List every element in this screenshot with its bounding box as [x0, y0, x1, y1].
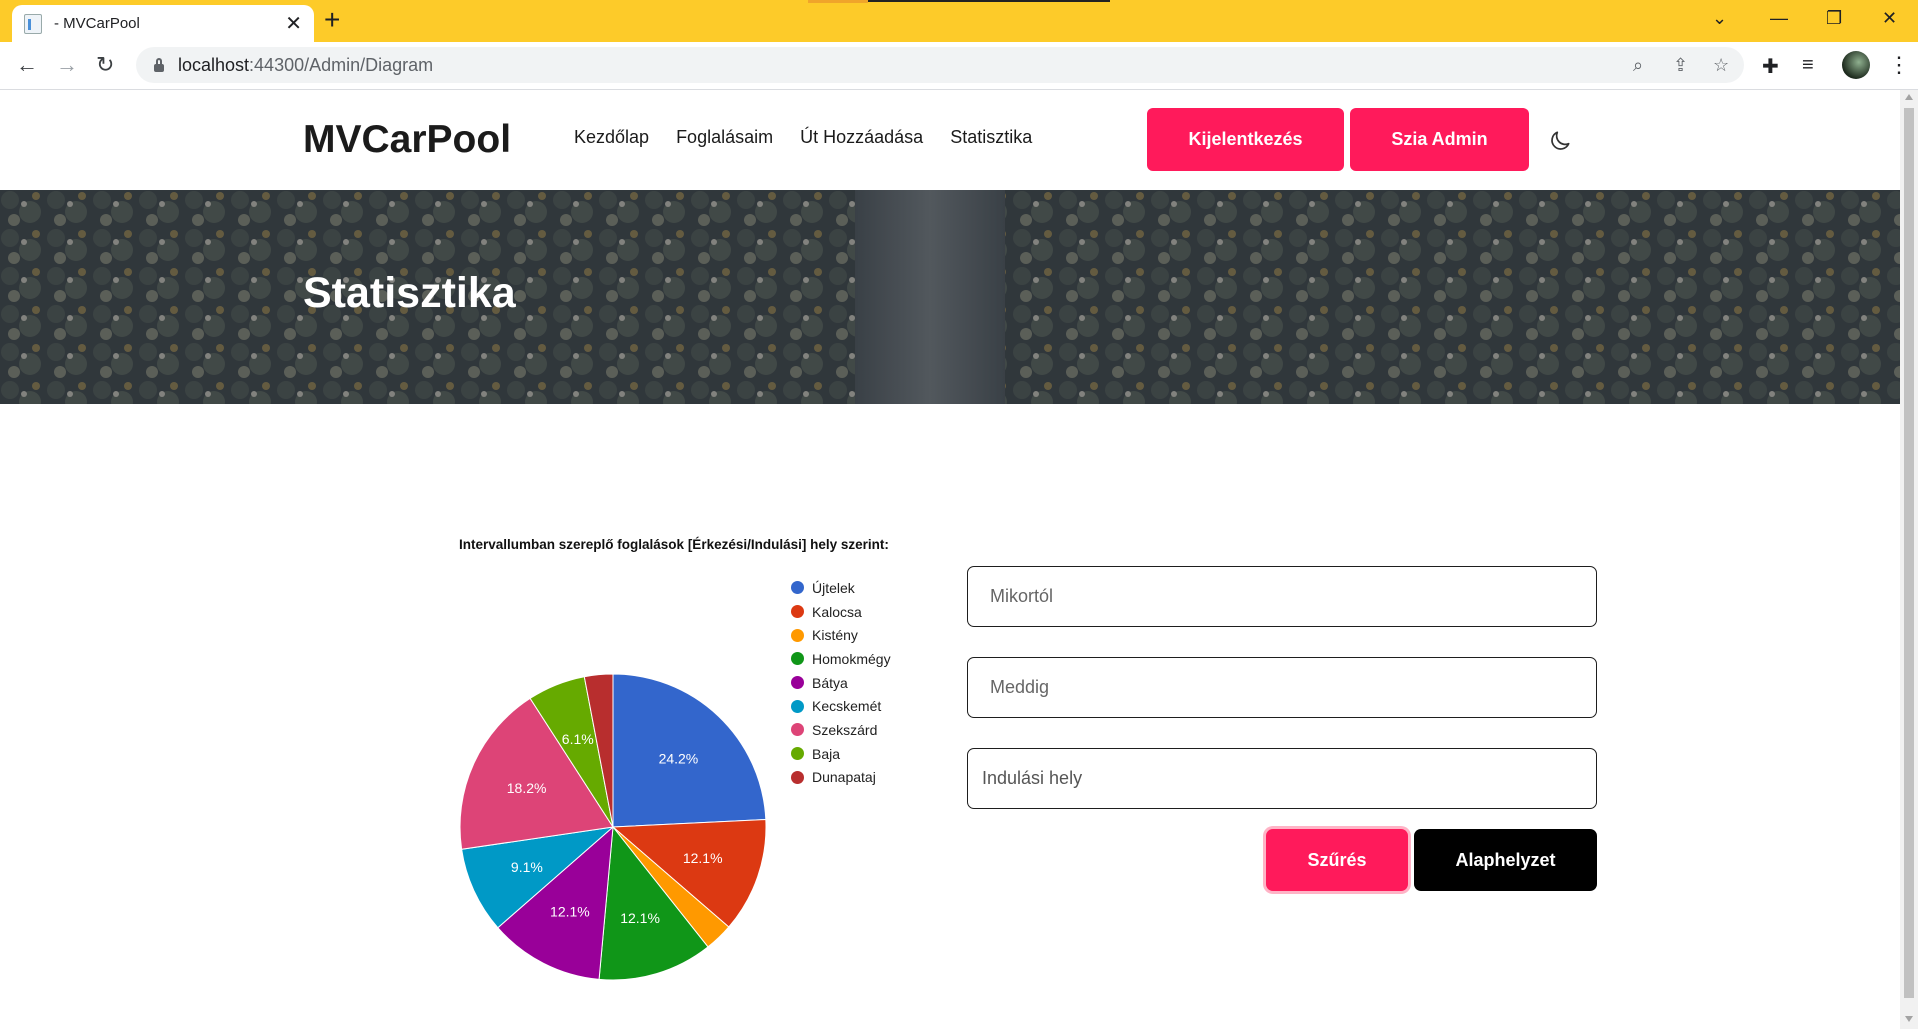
nav-link-home[interactable]: Kezdőlap	[574, 127, 649, 148]
legend-item[interactable]: Kecskemét	[791, 694, 891, 718]
filter-button[interactable]: Szűrés	[1266, 829, 1408, 891]
scrollbar-thumb[interactable]	[1904, 108, 1914, 998]
legend-color-swatch	[791, 676, 804, 690]
legend-label: Homokmégy	[812, 650, 891, 667]
url-host: localhost	[178, 54, 250, 75]
chart-legend: Újtelek Kalocsa Kistény Homokmégy Bátya Kecsk…	[791, 576, 891, 789]
forward-arrow-icon[interactable]: →	[56, 51, 78, 79]
pie-slice-label: 18.2%	[507, 780, 547, 796]
hero-banner: Statisztika	[0, 190, 1900, 404]
tab-close-icon[interactable]: ✕	[285, 14, 302, 34]
user-greeting-button[interactable]: Szia Admin	[1350, 108, 1529, 171]
tab-strip-accent-dark	[868, 0, 1110, 2]
reset-button[interactable]: Alaphelyzet	[1414, 829, 1597, 891]
profile-avatar[interactable]	[1842, 51, 1870, 79]
browser-tab[interactable]: - MVCarPool ✕	[12, 5, 314, 42]
pie-slice-label: 12.1%	[620, 910, 660, 926]
scroll-up-arrow-icon[interactable]	[1905, 94, 1913, 100]
legend-color-swatch	[791, 628, 804, 642]
address-bar[interactable]: localhost:44300/Admin/Diagram ⌕ ⇪ ☆	[136, 47, 1744, 83]
browser-tabstrip: - MVCarPool ✕ + ⌄ — ❐ ✕	[0, 0, 1918, 42]
browser-toolbar: ← → ↻ localhost:44300/Admin/Diagram ⌕ ⇪ …	[0, 42, 1918, 90]
new-tab-icon[interactable]: +	[324, 6, 340, 34]
tab-title: - MVCarPool	[54, 15, 140, 32]
site-navbar: MVCarPool Kezdőlap Foglalásaim Út Hozzáa…	[0, 90, 1900, 190]
legend-label: Dunapataj	[812, 769, 876, 786]
nav-link-add-trip[interactable]: Út Hozzáadása	[800, 127, 923, 148]
nav-links: Kezdőlap Foglalásaim Út Hozzáadása Stati…	[574, 127, 1032, 148]
legend-label: Kalocsa	[812, 603, 862, 620]
window-close-icon[interactable]: ✕	[1882, 8, 1897, 29]
legend-color-swatch	[791, 699, 804, 713]
lock-icon	[154, 57, 164, 72]
nav-link-statistics[interactable]: Statisztika	[950, 127, 1032, 148]
legend-color-swatch	[791, 652, 804, 666]
legend-color-swatch	[791, 747, 804, 761]
bookmark-star-icon[interactable]: ☆	[1713, 55, 1729, 76]
tab-strip-accent	[808, 0, 868, 3]
from-date-field[interactable]: Mikortól	[967, 566, 1597, 627]
to-date-field[interactable]: Meddig	[967, 657, 1597, 718]
legend-item[interactable]: Kistény	[791, 623, 891, 647]
legend-color-swatch	[791, 581, 804, 595]
page-viewport: MVCarPool Kezdőlap Foglalásaim Út Hozzáa…	[0, 90, 1900, 1029]
pie-slice-label: 24.2%	[659, 750, 699, 766]
restore-icon[interactable]: ❐	[1826, 8, 1842, 29]
url-text: localhost:44300/Admin/Diagram	[178, 55, 433, 76]
pie-slice-label: 12.1%	[550, 904, 590, 920]
logout-button[interactable]: Kijelentkezés	[1147, 108, 1344, 171]
legend-label: Újtelek	[812, 579, 855, 596]
legend-label: Kecskemét	[812, 698, 882, 715]
scroll-down-arrow-icon[interactable]	[1905, 1016, 1913, 1022]
reload-icon[interactable]: ↻	[96, 51, 114, 79]
url-path: :44300/Admin/Diagram	[249, 54, 434, 75]
legend-item[interactable]: Homokmégy	[791, 647, 891, 671]
forest-road-background	[0, 190, 1900, 404]
minimize-icon[interactable]: —	[1770, 8, 1788, 29]
pie-slice-label: 12.1%	[683, 850, 723, 866]
legend-color-swatch	[791, 605, 804, 619]
page-favicon-icon	[24, 13, 42, 34]
zoom-icon[interactable]: ⌕	[1633, 55, 1643, 76]
share-icon[interactable]: ⇪	[1673, 55, 1688, 76]
pie-slice-label: 9.1%	[511, 859, 543, 875]
legend-item[interactable]: Szekszárd	[791, 718, 891, 742]
browser-menu-icon[interactable]: ⋮	[1888, 52, 1910, 78]
legend-item[interactable]: Újtelek	[791, 576, 891, 600]
page-scrollbar[interactable]	[1900, 90, 1918, 1029]
chart-title: Intervallumban szereplő foglalások [Érke…	[459, 537, 889, 552]
nav-link-bookings[interactable]: Foglalásaim	[676, 127, 773, 148]
tab-search-icon[interactable]: ⌄	[1712, 8, 1727, 29]
legend-color-swatch	[791, 770, 804, 784]
dark-mode-moon-icon[interactable]	[1547, 128, 1573, 154]
media-control-icon[interactable]: ≡	[1802, 54, 1814, 77]
legend-item[interactable]: Kalocsa	[791, 600, 891, 624]
legend-item[interactable]: Bátya	[791, 671, 891, 695]
extensions-puzzle-icon[interactable]: ✚	[1762, 54, 1779, 79]
pie-chart: 24.2% 12.1% 12.1% 12.1% 9.1% 18.2% 6.1%	[459, 673, 767, 981]
page-title: Statisztika	[303, 269, 516, 317]
legend-label: Bátya	[812, 674, 848, 691]
legend-label: Baja	[812, 745, 841, 762]
legend-item[interactable]: Dunapataj	[791, 766, 891, 790]
site-brand[interactable]: MVCarPool	[303, 118, 511, 162]
legend-label: Kistény	[812, 627, 858, 644]
departure-place-field[interactable]: Indulási hely	[967, 748, 1597, 809]
legend-color-swatch	[791, 723, 804, 737]
back-arrow-icon[interactable]: ←	[16, 51, 38, 79]
pie-slice-label: 6.1%	[562, 731, 594, 747]
legend-label: Szekszárd	[812, 721, 878, 738]
legend-item[interactable]: Baja	[791, 742, 891, 766]
